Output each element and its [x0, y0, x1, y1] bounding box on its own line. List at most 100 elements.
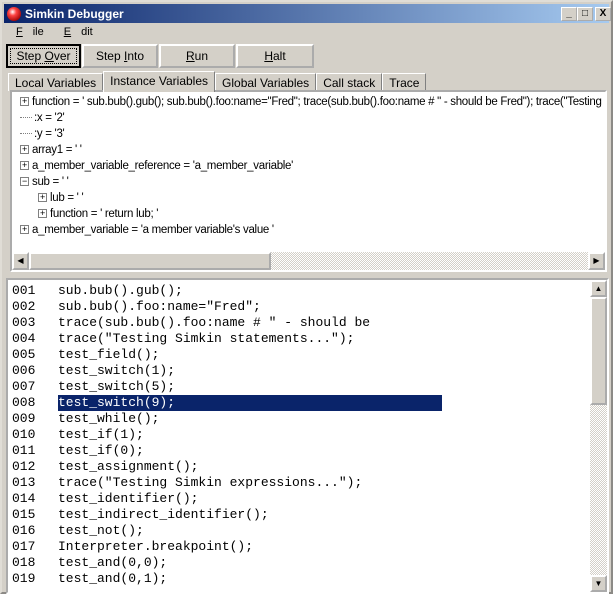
tree-node[interactable]: :x = '2'	[20, 110, 65, 126]
tree-node-label: lub = ' '	[50, 192, 84, 204]
code-text: test_if(1);	[58, 427, 144, 442]
tree-node[interactable]: :y = '3'	[20, 126, 65, 142]
tree-node[interactable]: + array1 = ' '	[20, 142, 82, 158]
line-number: 011	[12, 443, 36, 458]
line-number: 009	[12, 411, 36, 426]
tree-node[interactable]: + function = ' sub.bub().gub(); sub.bub()…	[20, 94, 605, 110]
line-number: 004	[12, 331, 36, 346]
scroll-thumb[interactable]	[590, 297, 607, 405]
variables-tree[interactable]: + function = ' sub.bub().gub(); sub.bub()…	[12, 92, 605, 252]
scroll-down-button[interactable]: ▼	[590, 575, 607, 592]
line-number: 019	[12, 571, 36, 586]
line-number: 003	[12, 315, 36, 330]
scroll-up-button[interactable]: ▲	[590, 280, 607, 297]
line-number: 010	[12, 427, 36, 442]
expand-icon[interactable]: +	[20, 161, 29, 171]
collapse-icon[interactable]: −	[20, 177, 29, 187]
maximize-button[interactable]: □	[577, 7, 593, 21]
tree-node-label: array1 = ' '	[32, 144, 82, 156]
code-text: test_and(0,1);	[58, 571, 168, 586]
title-bar[interactable]: Simkin Debugger _ □ X	[4, 4, 611, 23]
code-line[interactable]: 006 test_switch(1);	[12, 363, 175, 379]
code-line[interactable]: 004 trace("Testing Simkin statements...")…	[12, 331, 354, 347]
close-button[interactable]: X	[595, 7, 611, 21]
app-icon	[7, 6, 21, 21]
code-text: test_assignment();	[58, 459, 199, 474]
tree-node[interactable]: + lub = ' '	[38, 190, 84, 206]
step-over-button[interactable]: Step Over	[6, 44, 81, 68]
scroll-left-button[interactable]: ◀	[12, 252, 29, 270]
halt-button[interactable]: Halt	[236, 44, 314, 68]
code-line[interactable]: 002 sub.bub().foo:name="Fred";	[12, 299, 261, 315]
menu-bar: File Edit	[6, 25, 103, 42]
code-line[interactable]: 009 test_while();	[12, 411, 159, 427]
line-number: 002	[12, 299, 36, 314]
line-number: 016	[12, 523, 36, 538]
line-number: 013	[12, 475, 36, 490]
code-text: test_identifier();	[58, 491, 199, 506]
tab-global-variables[interactable]: Global Variables	[215, 73, 317, 91]
code-line[interactable]: 018 test_and(0,0);	[12, 555, 167, 571]
expand-icon[interactable]: +	[20, 225, 29, 235]
tab-instance-variables[interactable]: Instance Variables	[103, 71, 216, 92]
step-into-button[interactable]: Step Into	[82, 44, 158, 68]
code-line[interactable]: 012 test_assignment();	[12, 459, 198, 475]
tree-node[interactable]: + a_member_variable_reference = 'a_member…	[20, 158, 293, 174]
vertical-scrollbar[interactable]: ▲ ▼	[590, 280, 607, 592]
code-text: test_and(0,0);	[58, 555, 168, 570]
scroll-right-button[interactable]: ▶	[588, 252, 605, 270]
code-line[interactable]: 003 trace(sub.bub().foo:name # " - should…	[12, 315, 370, 331]
tree-line	[20, 133, 32, 135]
tree-node[interactable]: + a_member_variable = 'a member variable'…	[20, 222, 274, 238]
code-line[interactable]: 013 trace("Testing Simkin expressions..."…	[12, 475, 362, 491]
line-number: 017	[12, 539, 36, 554]
code-line[interactable]: 001 sub.bub().gub();	[12, 283, 183, 299]
scroll-thumb[interactable]	[29, 252, 271, 270]
tree-node[interactable]: + function = ' return lub; '	[38, 206, 158, 222]
tree-node-label: :y = '3'	[34, 128, 65, 140]
line-number: 018	[12, 555, 36, 570]
tree-node-label: :x = '2'	[34, 112, 65, 124]
code-line[interactable]: 017 Interpreter.breakpoint();	[12, 539, 253, 555]
expand-icon[interactable]: +	[20, 97, 29, 107]
line-number: 001	[12, 283, 36, 298]
code-text: test_switch(9);	[58, 395, 442, 411]
run-button[interactable]: Run	[159, 44, 235, 68]
tree-node-label: a_member_variable = 'a member variable's…	[32, 224, 274, 236]
code-line[interactable]: 011 test_if(0);	[12, 443, 144, 459]
tab-strip: Local Variables Instance Variables Globa…	[8, 70, 427, 92]
code-line[interactable]: 007 test_switch(5);	[12, 379, 175, 395]
code-text: trace(sub.bub().foo:name # " - should be	[58, 315, 371, 330]
code-line[interactable]: 016 test_not();	[12, 523, 144, 539]
tree-line	[20, 117, 32, 119]
code-text: trace("Testing Simkin expressions...");	[58, 475, 363, 490]
toolbar: Step Over Step Into Run Halt	[6, 44, 315, 68]
code-line[interactable]: 010 test_if(1);	[12, 427, 144, 443]
tree-node-label: function = ' return lub; '	[50, 208, 159, 220]
source-code-panel: 001 sub.bub().gub(); 002 sub.bub().foo:name…	[6, 278, 609, 594]
tab-local-variables[interactable]: Local Variables	[8, 73, 104, 91]
tree-node[interactable]: − sub = ' '	[20, 174, 69, 190]
code-text: test_switch(1);	[58, 363, 176, 378]
expand-icon[interactable]: +	[38, 193, 47, 203]
tab-call-stack[interactable]: Call stack	[316, 73, 383, 91]
code-line[interactable]: 015 test_indirect_identifier();	[12, 507, 269, 523]
tab-trace[interactable]: Trace	[382, 73, 427, 91]
current-code-line[interactable]: 008 test_switch(9);	[12, 395, 442, 411]
menu-file[interactable]: File	[6, 25, 54, 42]
expand-icon[interactable]: +	[38, 209, 47, 219]
minimize-button[interactable]: _	[561, 7, 577, 21]
variables-tree-panel: + function = ' sub.bub().gub(); sub.bub()…	[10, 90, 607, 272]
line-number: 005	[12, 347, 36, 362]
line-number: 007	[12, 379, 36, 394]
code-line[interactable]: 014 test_identifier();	[12, 491, 198, 507]
code-text: test_field();	[58, 347, 160, 362]
menu-edit[interactable]: Edit	[54, 25, 103, 42]
expand-icon[interactable]: +	[20, 145, 29, 155]
code-text: test_switch(5);	[58, 379, 176, 394]
window-title: Simkin Debugger	[25, 6, 124, 21]
code-line[interactable]: 019 test_and(0,1);	[12, 571, 167, 587]
line-number: 014	[12, 491, 36, 506]
horizontal-scrollbar[interactable]: ◀ ▶	[12, 252, 605, 270]
code-line[interactable]: 005 test_field();	[12, 347, 159, 363]
